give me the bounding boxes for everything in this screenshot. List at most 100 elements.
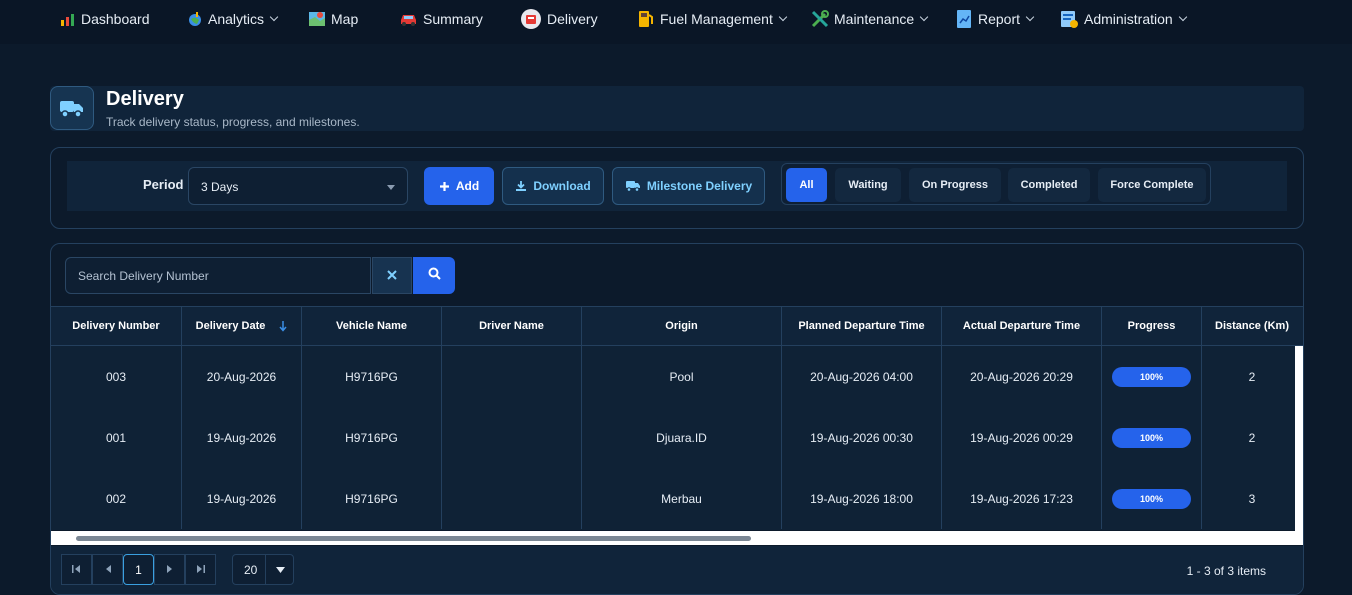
nav-delivery-label: Delivery	[547, 11, 598, 27]
tools-icon	[811, 10, 829, 28]
cell-vehicle-name: H9716PG	[302, 407, 442, 468]
status-tabs: All Waiting On Progress Completed Force …	[781, 163, 1211, 205]
cell-delivery-date: 20-Aug-2026	[182, 346, 302, 407]
tab-waiting[interactable]: Waiting	[835, 168, 901, 202]
nav-administration[interactable]: Administration	[1060, 8, 1187, 30]
horizontal-scrollbar[interactable]	[51, 531, 1303, 545]
cell-distance: 2	[1248, 430, 1256, 445]
nav-fuel-management-label: Fuel Management	[660, 11, 773, 27]
first-page-button[interactable]	[61, 554, 92, 585]
tab-all[interactable]: All	[786, 168, 827, 202]
nav-delivery[interactable]: Delivery	[520, 8, 598, 30]
cell-progress: 100%	[1102, 468, 1202, 529]
nav-administration-label: Administration	[1084, 11, 1173, 27]
col-progress[interactable]: Progress	[1102, 307, 1202, 345]
chart-bar-icon	[60, 11, 76, 27]
truck-icon	[50, 86, 94, 130]
cell-origin: Pool	[582, 346, 782, 407]
nav-fuel-management[interactable]: Fuel Management	[637, 8, 788, 30]
download-icon	[515, 180, 527, 192]
first-page-icon	[72, 564, 81, 576]
cell-delivery-date: 19-Aug-2026	[182, 468, 302, 529]
cell-actual-departure: 19-Aug-2026 00:29	[942, 407, 1102, 468]
period-select[interactable]: 3 Days	[188, 167, 408, 205]
nav-dashboard-label: Dashboard	[81, 11, 150, 27]
milestone-delivery-label: Milestone Delivery	[646, 179, 753, 193]
nav-maintenance[interactable]: Maintenance	[811, 8, 929, 30]
page-button-current[interactable]: 1	[123, 554, 154, 585]
nav-analytics[interactable]: Analytics	[187, 8, 279, 30]
col-driver-name[interactable]: Driver Name	[442, 307, 582, 345]
truck-fast-icon	[625, 180, 641, 192]
search-button[interactable]	[413, 257, 455, 294]
nav-report[interactable]: Report	[955, 8, 1035, 30]
nav-maintenance-label: Maintenance	[834, 11, 915, 27]
search-placeholder: Search Delivery Number	[78, 269, 209, 283]
cell-origin: Merbau	[582, 468, 782, 529]
vertical-scrollbar[interactable]	[1295, 346, 1303, 540]
table-body: 003 20-Aug-2026 H9716PG Pool 20-Aug-2026…	[51, 346, 1295, 530]
add-button-label: Add	[455, 179, 480, 193]
col-actual-departure[interactable]: Actual Departure Time	[942, 307, 1102, 345]
nav-map[interactable]: Map	[308, 8, 358, 30]
add-button[interactable]: Add	[424, 167, 494, 205]
col-delivery-date[interactable]: Delivery Date	[182, 307, 302, 345]
period-value: 3 Days	[201, 180, 239, 194]
prev-page-icon	[105, 564, 111, 576]
cell-planned-departure: 19-Aug-2026 18:00	[782, 468, 942, 529]
col-planned-departure[interactable]: Planned Departure Time	[782, 307, 942, 345]
next-page-button[interactable]	[154, 554, 185, 585]
fuel-pump-icon	[637, 9, 655, 29]
col-origin[interactable]: Origin	[582, 307, 782, 345]
cell-progress: 100%	[1102, 407, 1202, 468]
clear-search-button[interactable]	[372, 257, 412, 294]
download-button[interactable]: Download	[502, 167, 604, 205]
page-subtitle: Track delivery status, progress, and mil…	[106, 115, 360, 129]
admin-icon	[1060, 9, 1079, 29]
horizontal-scroll-thumb[interactable]	[76, 536, 751, 541]
tab-on-progress[interactable]: On Progress	[909, 168, 1001, 202]
cell-distance: 2	[1248, 369, 1256, 384]
cell-vehicle-name: H9716PG	[302, 346, 442, 407]
close-icon	[387, 268, 397, 283]
page-title: Delivery	[106, 88, 184, 110]
cell-driver-name	[442, 468, 582, 529]
filter-bar: Period 3 Days Add Download Milestone Del…	[67, 161, 1287, 211]
last-page-button[interactable]	[185, 554, 216, 585]
nav-map-label: Map	[331, 11, 359, 27]
search-input[interactable]: Search Delivery Number	[65, 257, 371, 294]
page-header: Delivery Track delivery status, progress…	[50, 86, 1304, 131]
pagination-info: 1 - 3 of 3 items	[1186, 564, 1266, 578]
cell-vehicle-name: H9716PG	[302, 468, 442, 529]
tab-completed[interactable]: Completed	[1008, 168, 1090, 202]
table-row[interactable]: 001 19-Aug-2026 H9716PG Djuara.ID 19-Aug…	[51, 407, 1295, 468]
car-icon	[399, 11, 418, 27]
table-row[interactable]: 002 19-Aug-2026 H9716PG Merbau 19-Aug-20…	[51, 468, 1295, 530]
prev-page-button[interactable]	[92, 554, 123, 585]
nav-summary[interactable]: Summary	[399, 8, 483, 30]
report-icon	[955, 9, 973, 29]
nav-dashboard[interactable]: Dashboard	[60, 8, 150, 30]
cell-delivery-number: 001	[51, 407, 182, 468]
cell-delivery-date: 19-Aug-2026	[182, 407, 302, 468]
col-vehicle-name[interactable]: Vehicle Name	[302, 307, 442, 345]
download-button-label: Download	[533, 179, 591, 193]
table-row[interactable]: 003 20-Aug-2026 H9716PG Pool 20-Aug-2026…	[51, 346, 1295, 407]
col-distance[interactable]: Distance (Km)	[1202, 307, 1302, 345]
cell-origin: Djuara.ID	[582, 407, 782, 468]
delivery-bag-icon	[520, 8, 542, 30]
map-icon	[308, 10, 326, 28]
cell-distance: 3	[1248, 491, 1256, 506]
tab-force-complete[interactable]: Force Complete	[1098, 168, 1206, 202]
page-size-select[interactable]: 20	[232, 554, 294, 585]
milestone-delivery-button[interactable]: Milestone Delivery	[612, 167, 765, 205]
progress-bar: 100%	[1112, 366, 1191, 387]
col-delivery-number[interactable]: Delivery Number	[51, 307, 182, 345]
chevron-down-icon	[778, 12, 788, 22]
chevron-down-icon	[1025, 12, 1035, 22]
cell-delivery-number: 002	[51, 468, 182, 529]
cell-progress: 100%	[1102, 346, 1202, 407]
cell-actual-departure: 19-Aug-2026 17:23	[942, 468, 1102, 529]
col-delivery-date-label: Delivery Date	[195, 320, 266, 332]
chevron-down-icon	[919, 12, 929, 22]
